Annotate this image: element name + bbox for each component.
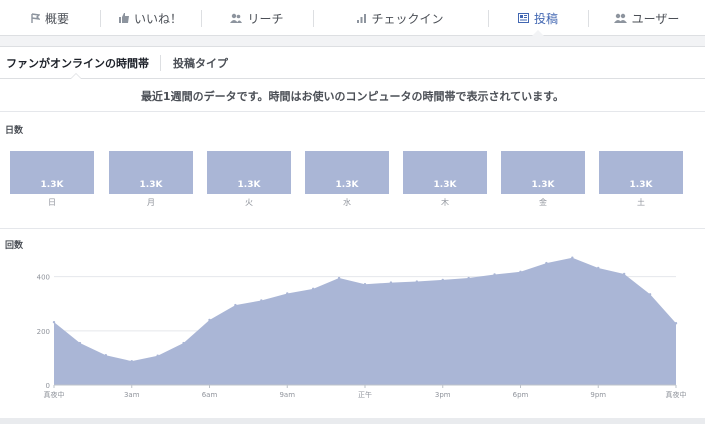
x-tick-label: 正午 xyxy=(358,390,372,399)
tab-overview-label: 概要 xyxy=(44,11,69,26)
day-bar-friday[interactable]: 1.3K xyxy=(501,151,585,194)
day-label-friday: 金 xyxy=(539,198,547,207)
data-point xyxy=(441,278,444,282)
data-point xyxy=(389,281,393,284)
thumbs-up-icon xyxy=(118,13,129,23)
data-point xyxy=(182,341,185,345)
tab-users-label: ユーザー xyxy=(631,11,680,26)
data-point xyxy=(519,270,522,273)
day-bar-tuesday[interactable]: 1.3K xyxy=(207,151,291,194)
day-bar-value: 1.3K xyxy=(629,180,653,190)
insights-nav: 概要 いいね！ リーチ チェックイン 投稿 ユーザー xyxy=(0,0,705,36)
x-tick-label: 9am xyxy=(279,391,295,399)
data-point xyxy=(260,299,263,302)
data-point xyxy=(467,276,470,280)
data-point xyxy=(622,272,626,276)
day-bar-wednesday[interactable]: 1.3K xyxy=(305,151,389,194)
data-point xyxy=(78,341,82,345)
bar-chart-icon xyxy=(357,13,367,23)
subtab-bar: ファンがオンラインの時間帯 投稿タイプ xyxy=(0,47,705,79)
subtab-caret-inner xyxy=(71,74,81,79)
tab-reach[interactable]: リーチ xyxy=(201,0,313,36)
data-point xyxy=(156,354,159,357)
data-point xyxy=(286,292,289,295)
x-tick-label: 6am xyxy=(202,391,218,399)
timezone-notice: 最近1週間のデータです。時間はお使いのコンピュータの時間帯で表示されています。 xyxy=(0,80,705,112)
data-point xyxy=(311,287,315,291)
tab-checkins-label: チェックイン xyxy=(371,11,444,26)
tab-likes-label: いいね！ xyxy=(133,11,182,26)
day-bar-value: 1.3K xyxy=(237,180,261,190)
subtab-divider xyxy=(160,55,161,71)
section-divider xyxy=(0,228,705,229)
data-point xyxy=(234,303,237,307)
data-point xyxy=(648,293,652,296)
posts-card: ファンがオンラインの時間帯 投稿タイプ 最近1週間のデータです。時間はお使いのコ… xyxy=(0,46,705,424)
tab-likes[interactable]: いいね！ xyxy=(100,0,201,36)
subtab-post-types[interactable]: 投稿タイプ xyxy=(173,47,228,79)
data-point xyxy=(208,318,211,322)
day-label-tuesday: 火 xyxy=(245,198,253,207)
day-label-thursday: 木 xyxy=(441,198,449,207)
day-bar-value: 1.3K xyxy=(335,180,359,190)
y-tick-label: 200 xyxy=(37,328,50,336)
data-point xyxy=(545,261,548,265)
data-point xyxy=(597,266,600,270)
data-point xyxy=(337,276,341,280)
day-bar-thursday[interactable]: 1.3K xyxy=(403,151,487,194)
tab-users[interactable]: ユーザー xyxy=(588,0,705,36)
tab-posts-label: 投稿 xyxy=(533,11,558,26)
data-point xyxy=(52,320,56,324)
tab-overview[interactable]: 概要 xyxy=(0,0,100,36)
data-point xyxy=(130,359,133,363)
day-bar-value: 1.3K xyxy=(531,180,555,190)
pencil-flag-icon xyxy=(31,13,40,23)
tab-reach-label: リーチ xyxy=(247,11,284,26)
x-tick-label: 真夜中 xyxy=(666,390,687,399)
x-tick-label: 6pm xyxy=(513,391,529,399)
y-tick-label: 400 xyxy=(37,274,50,282)
day-bar-saturday[interactable]: 1.3K xyxy=(599,151,683,194)
data-point xyxy=(571,256,574,259)
x-tick-label: 9pm xyxy=(590,391,606,399)
y-tick-label: 0 xyxy=(46,382,50,390)
day-label-monday: 月 xyxy=(147,198,155,207)
people-icon xyxy=(230,13,243,23)
day-label-wednesday: 水 xyxy=(343,198,351,207)
users-icon xyxy=(613,13,627,23)
post-icon xyxy=(517,13,529,23)
day-bar-monday[interactable]: 1.3K xyxy=(109,151,193,194)
days-section-label: 日数 xyxy=(5,126,24,136)
x-tick-label: 真夜中 xyxy=(44,390,65,399)
bottom-band xyxy=(0,418,705,424)
x-tick-label: 3am xyxy=(124,391,140,399)
data-point xyxy=(493,273,496,276)
data-point xyxy=(674,322,678,325)
nav-gap xyxy=(0,36,705,46)
data-point xyxy=(363,283,367,286)
day-label-sunday: 日 xyxy=(48,198,56,207)
day-bar-value: 1.3K xyxy=(433,180,457,190)
hourly-area-chart: 0 200 400 真夜中 3am 6am 9am 正午 3pm 6pm 9pm 真夜中 xyxy=(37,256,687,399)
day-bar-value: 1.3K xyxy=(139,180,163,190)
tab-checkins[interactable]: チェックイン xyxy=(313,0,488,36)
day-bar-sunday[interactable]: 1.3K xyxy=(10,151,94,194)
x-tick-label: 3pm xyxy=(435,391,451,399)
data-point xyxy=(104,354,108,357)
data-point xyxy=(415,280,419,283)
day-bar-value: 1.3K xyxy=(40,180,64,190)
day-label-saturday: 土 xyxy=(637,198,645,207)
